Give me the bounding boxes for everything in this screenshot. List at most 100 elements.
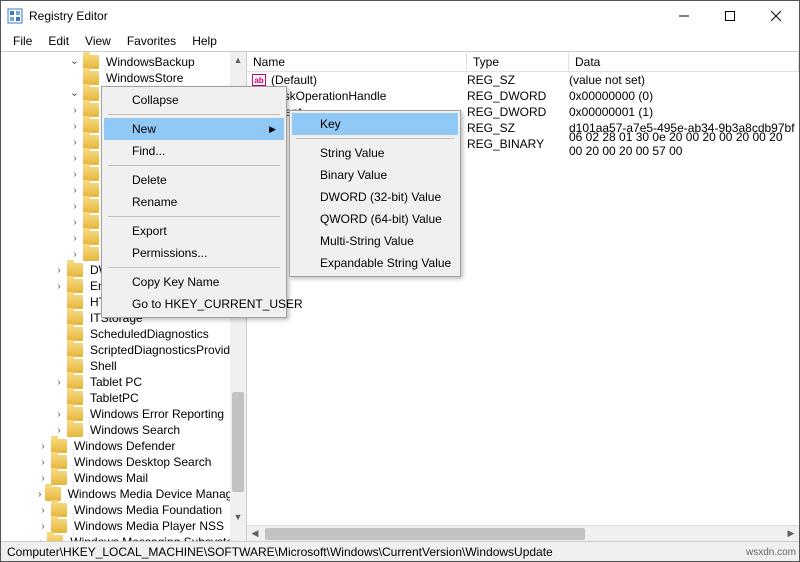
folder-icon [83,167,99,181]
tree-item[interactable]: Windows Search [1,422,246,438]
chevron-icon[interactable] [37,489,43,500]
watermark: wsxdn.com [746,547,796,558]
tree-item[interactable]: Shell [1,358,246,374]
chevron-icon[interactable] [53,409,65,420]
ctx-new-binary[interactable]: Binary Value [292,164,458,186]
chevron-icon[interactable] [69,249,81,260]
chevron-icon[interactable] [53,377,65,388]
context-menu: Collapse New▶ Find... Delete Rename Expo… [101,86,287,318]
tree-item[interactable]: Windows Defender [1,438,246,454]
folder-icon [45,487,61,501]
tree-item[interactable]: WindowsStore [1,70,246,86]
ctx-permissions[interactable]: Permissions... [104,242,284,264]
chevron-icon[interactable] [37,441,49,452]
maximize-button[interactable] [707,1,753,31]
ctx-separator [108,216,280,217]
ctx-collapse[interactable]: Collapse [104,89,284,111]
folder-icon [67,263,83,277]
chevron-icon[interactable] [53,281,65,292]
chevron-icon[interactable] [53,297,65,308]
col-header-type[interactable]: Type [467,53,569,71]
chevron-icon[interactable] [69,105,81,116]
tree-item[interactable]: Windows Error Reporting [1,406,246,422]
ctx-new[interactable]: New▶ [104,118,284,140]
folder-icon [83,135,99,149]
ctx-new-string[interactable]: String Value [292,142,458,164]
chevron-icon[interactable] [69,57,81,68]
col-header-name[interactable]: Name [247,53,467,71]
chevron-icon[interactable] [37,521,49,532]
tree-item[interactable]: WindowsBackup [1,54,246,70]
ctx-find[interactable]: Find... [104,140,284,162]
folder-icon [83,119,99,133]
tree-item[interactable]: Windows Media Device Manager [1,486,246,502]
chevron-icon[interactable] [37,505,49,516]
chevron-icon[interactable] [69,153,81,164]
ctx-separator [108,165,280,166]
chevron-icon[interactable] [53,425,65,436]
tree-item[interactable]: Windows Media Player NSS [1,518,246,534]
ctx-export[interactable]: Export [104,220,284,242]
ctx-delete[interactable]: Delete [104,169,284,191]
chevron-icon[interactable] [37,457,49,468]
chevron-icon[interactable] [69,121,81,132]
chevron-icon[interactable] [69,217,81,228]
app-icon [7,8,23,24]
folder-icon [83,71,99,85]
chevron-icon[interactable] [53,265,65,276]
chevron-icon[interactable] [53,361,65,372]
tree-item[interactable]: Windows Messaging Subsystem [1,534,246,541]
ctx-new-dword[interactable]: DWORD (32-bit) Value [292,186,458,208]
list-hscrollbar[interactable]: ◀▶ [247,525,799,541]
tree-item[interactable]: Windows Media Foundation [1,502,246,518]
cell-data: (value not set) [569,73,799,87]
list-row[interactable]: ab(Default)REG_SZ(value not set) [247,72,799,88]
tree-item[interactable]: Windows Desktop Search [1,454,246,470]
folder-icon [83,55,99,69]
chevron-icon[interactable] [53,329,65,340]
chevron-icon[interactable] [53,345,65,356]
string-value-icon: ab [251,73,267,87]
ctx-new-multi-string[interactable]: Multi-String Value [292,230,458,252]
ctx-new-key[interactable]: Key [292,113,458,135]
ctx-rename[interactable]: Rename [104,191,284,213]
tree-item[interactable]: ScheduledDiagnostics [1,326,246,342]
folder-icon [67,311,83,325]
chevron-icon[interactable] [53,393,65,404]
menu-file[interactable]: File [5,32,40,50]
ctx-goto-hkcu[interactable]: Go to HKEY_CURRENT_USER [104,293,284,315]
list-header: Name Type Data [247,52,799,72]
ctx-new-expandable-string[interactable]: Expandable String Value [292,252,458,274]
tree-item[interactable]: ScriptedDiagnosticsProvider [1,342,246,358]
chevron-icon[interactable] [69,89,81,100]
window-title: Registry Editor [29,9,661,23]
tree-item-label: Windows Mail [71,471,151,485]
menu-view[interactable]: View [77,32,119,50]
menubar: File Edit View Favorites Help [1,31,799,51]
ctx-copy-key-name[interactable]: Copy Key Name [104,271,284,293]
tree-item[interactable]: Windows Mail [1,470,246,486]
tree-item[interactable]: TabletPC [1,390,246,406]
chevron-icon[interactable] [37,537,45,542]
menu-edit[interactable]: Edit [40,32,77,50]
tree-item-label: WindowsBackup [103,55,198,69]
ctx-new-qword[interactable]: QWORD (64-bit) Value [292,208,458,230]
folder-icon [67,327,83,341]
folder-icon [67,375,83,389]
tree-item[interactable]: Tablet PC [1,374,246,390]
menu-help[interactable]: Help [184,32,225,50]
chevron-icon[interactable] [37,473,49,484]
menu-favorites[interactable]: Favorites [119,32,184,50]
chevron-icon[interactable] [69,137,81,148]
folder-icon [67,391,83,405]
chevron-icon[interactable] [53,313,65,324]
list-row[interactable]: 011TaskOperationHandleREG_DWORD0x0000000… [247,88,799,104]
col-header-data[interactable]: Data [569,53,799,71]
close-button[interactable] [753,1,799,31]
chevron-icon[interactable] [69,201,81,212]
chevron-icon[interactable] [69,185,81,196]
chevron-icon[interactable] [69,169,81,180]
minimize-button[interactable] [661,1,707,31]
chevron-icon[interactable] [69,233,81,244]
cell-type: REG_SZ [467,121,569,135]
